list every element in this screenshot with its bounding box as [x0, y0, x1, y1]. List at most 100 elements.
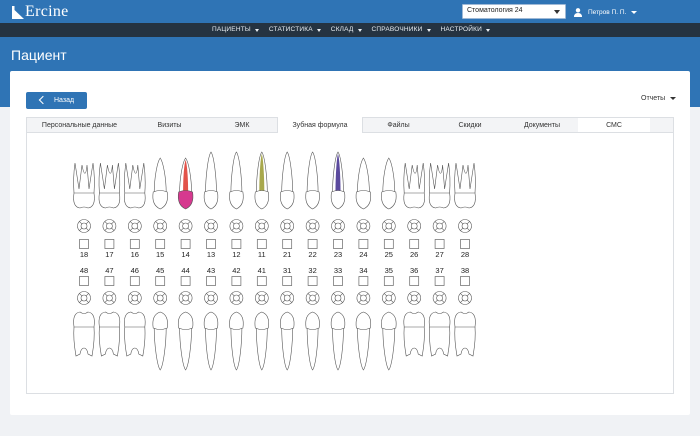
upper-tooth-28[interactable] — [454, 162, 476, 249]
tooth-number: 13 — [206, 250, 216, 259]
tooth-checkbox[interactable] — [129, 239, 140, 249]
tooth-root — [429, 326, 451, 357]
tooth-number: 25 — [384, 250, 393, 259]
upper-tooth-24[interactable] — [355, 157, 372, 249]
tooth-checkbox[interactable] — [434, 276, 445, 286]
lower-tooth-46[interactable] — [124, 276, 146, 357]
lower-tooth-45[interactable] — [152, 276, 168, 371]
tooth-number: 28 — [460, 250, 470, 259]
tooth-checkbox[interactable] — [180, 276, 191, 286]
tooth-root — [153, 326, 167, 371]
tooth-crown — [403, 311, 425, 328]
tooth-number: 23 — [333, 250, 343, 259]
tooth-crown — [152, 311, 168, 330]
tooth-crown — [280, 190, 295, 210]
lower-tooth-31[interactable] — [280, 276, 295, 371]
upper-tooth-11[interactable] — [254, 151, 269, 249]
tooth-checkbox[interactable] — [282, 276, 293, 286]
tooth-checkbox[interactable] — [104, 276, 115, 286]
tooth-number: 32 — [308, 266, 317, 275]
tooth-checkbox[interactable] — [256, 239, 267, 249]
tooth-number: 31 — [283, 266, 292, 275]
tooth-checkbox[interactable] — [79, 276, 89, 286]
lower-tooth-42[interactable] — [229, 276, 244, 371]
tooth-checkbox[interactable] — [282, 239, 293, 249]
tooth-checkbox[interactable] — [231, 239, 242, 249]
tooth-number: 17 — [105, 250, 114, 259]
upper-tooth-22[interactable] — [305, 151, 320, 249]
lower-tooth-37[interactable] — [428, 276, 451, 357]
tooth-root — [382, 326, 396, 371]
lower-tooth-41[interactable] — [254, 276, 269, 371]
tooth-checkbox[interactable] — [409, 276, 420, 286]
tooth-checkbox[interactable] — [460, 239, 470, 249]
tooth-checkbox[interactable] — [333, 276, 343, 286]
tooth-crown — [305, 311, 320, 330]
lower-tooth-47[interactable] — [98, 276, 121, 357]
upper-tooth-18[interactable] — [73, 162, 95, 249]
tooth-number: 38 — [460, 266, 470, 275]
tooth-crown — [73, 192, 95, 209]
upper-tooth-13[interactable] — [203, 151, 219, 249]
tooth-number: 41 — [257, 266, 266, 275]
tooth-root — [306, 151, 319, 194]
lower-tooth-32[interactable] — [305, 276, 320, 371]
tooth-checkbox[interactable] — [383, 276, 394, 286]
lower-tooth-35[interactable] — [381, 276, 397, 371]
tooth-checkbox[interactable] — [206, 239, 216, 249]
lower-tooth-48[interactable] — [73, 276, 95, 357]
tooth-checkbox[interactable] — [155, 276, 166, 286]
tooth-checkbox[interactable] — [409, 239, 420, 249]
tooth-checkbox[interactable] — [358, 276, 369, 286]
tooth-checkbox[interactable] — [358, 239, 369, 249]
upper-tooth-21[interactable] — [280, 151, 295, 249]
tooth-checkbox[interactable] — [307, 239, 318, 249]
tooth-crown — [381, 311, 397, 330]
upper-tooth-17[interactable] — [98, 162, 121, 249]
tooth-number: 14 — [181, 250, 190, 259]
tooth-checkbox[interactable] — [231, 276, 242, 286]
tooth-root — [357, 157, 370, 194]
tooth-checkbox[interactable] — [206, 276, 216, 286]
tooth-crown — [177, 311, 194, 330]
tooth-checkbox[interactable] — [307, 276, 318, 286]
upper-tooth-12[interactable] — [229, 151, 244, 249]
tooth-number: 45 — [156, 266, 165, 275]
lower-tooth-36[interactable] — [403, 276, 425, 357]
tooth-number: 47 — [105, 266, 114, 275]
tooth-number: 16 — [130, 250, 139, 259]
upper-tooth-25[interactable] — [381, 157, 397, 249]
tooth-checkbox[interactable] — [155, 239, 166, 249]
upper-tooth-27[interactable] — [428, 162, 451, 249]
tooth-crown — [428, 192, 451, 209]
tooth-root — [403, 326, 425, 357]
tooth-crown — [73, 311, 95, 328]
lower-tooth-38[interactable] — [454, 276, 476, 357]
upper-tooth-26[interactable] — [403, 162, 425, 249]
tooth-root — [179, 326, 192, 371]
upper-tooth-16[interactable] — [124, 162, 146, 249]
tooth-crown — [355, 190, 372, 210]
tooth-root — [124, 326, 146, 357]
tooth-crown — [229, 311, 244, 330]
tooth-checkbox[interactable] — [434, 239, 445, 249]
tooth-checkbox[interactable] — [333, 239, 343, 249]
tooth-checkbox[interactable] — [383, 239, 394, 249]
tooth-crown — [124, 192, 146, 209]
lower-tooth-34[interactable] — [355, 276, 372, 371]
tooth-checkbox[interactable] — [104, 239, 115, 249]
tooth-crown — [403, 192, 425, 209]
tooth-checkbox[interactable] — [180, 239, 191, 249]
tooth-number: 26 — [410, 250, 419, 259]
tooth-checkbox[interactable] — [79, 239, 89, 249]
upper-tooth-23[interactable] — [330, 151, 346, 249]
lower-tooth-44[interactable] — [177, 276, 194, 371]
lower-tooth-43[interactable] — [203, 276, 219, 371]
tooth-checkbox[interactable] — [129, 276, 140, 286]
upper-tooth-15[interactable] — [152, 157, 168, 249]
lower-tooth-33[interactable] — [330, 276, 346, 371]
tooth-root — [205, 151, 217, 194]
tooth-checkbox[interactable] — [256, 276, 267, 286]
tooth-checkbox[interactable] — [460, 276, 470, 286]
upper-tooth-14[interactable] — [177, 157, 194, 249]
